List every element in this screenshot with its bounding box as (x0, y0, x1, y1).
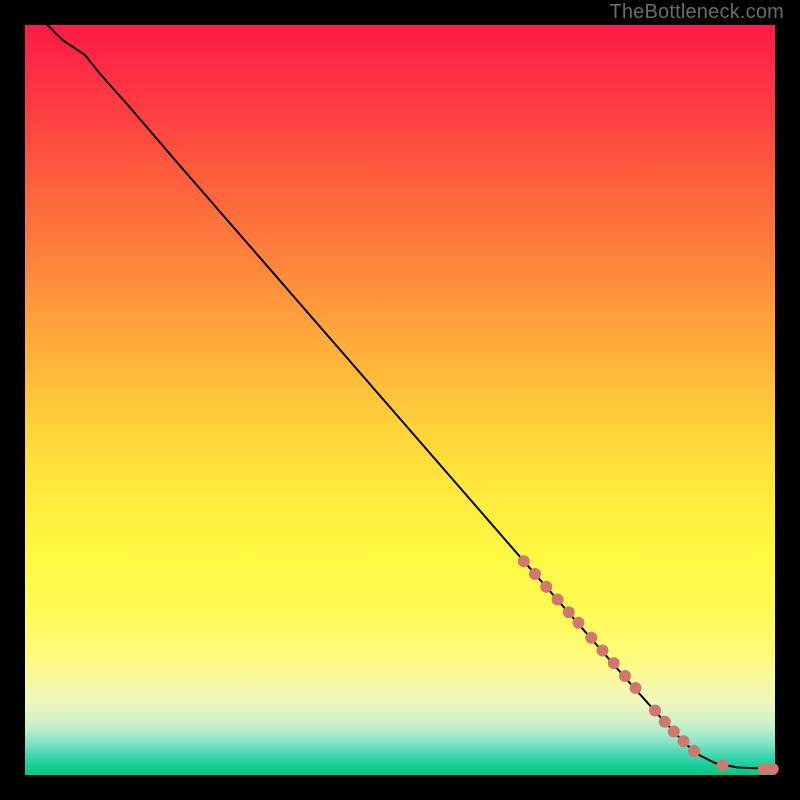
chart-svg (25, 25, 775, 775)
data-point (668, 726, 680, 738)
bottleneck-curve (48, 25, 776, 769)
data-point (573, 617, 585, 629)
data-point (585, 632, 597, 644)
data-point (597, 645, 609, 657)
data-point (518, 555, 530, 567)
data-point (678, 735, 690, 747)
chart-container: TheBottleneck.com (0, 0, 800, 800)
data-point (688, 745, 700, 757)
data-point (717, 759, 729, 771)
data-point (563, 606, 575, 618)
data-point (552, 594, 564, 606)
data-point (619, 670, 631, 682)
data-points-group (518, 555, 779, 775)
data-point (608, 657, 620, 669)
watermark-text: TheBottleneck.com (609, 1, 784, 24)
data-point (659, 716, 671, 728)
plot-area (25, 25, 775, 775)
data-point (767, 763, 779, 775)
data-point (529, 568, 541, 580)
data-point (540, 581, 552, 593)
data-point (630, 682, 642, 694)
data-point (649, 705, 661, 717)
